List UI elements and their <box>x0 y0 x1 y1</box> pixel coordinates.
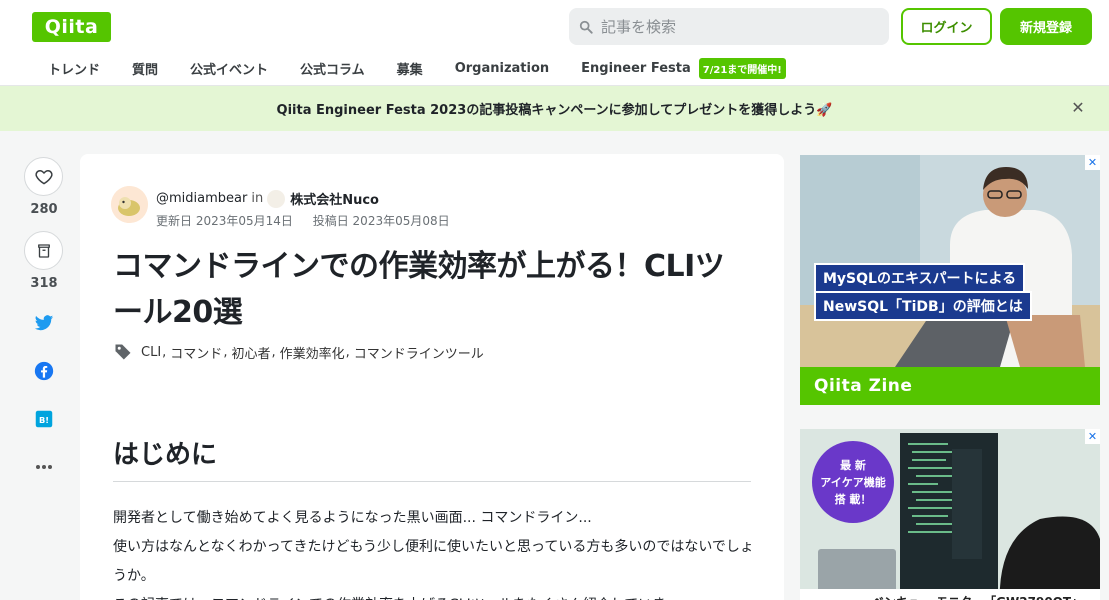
organization-name[interactable]: 株式会社Nuco <box>290 189 379 208</box>
close-icon[interactable]: ✕ <box>1069 99 1087 117</box>
nav-recruit[interactable]: 募集 <box>381 59 439 78</box>
campaign-banner[interactable]: Qiita Engineer Festa 2023の記事投稿キャンペーンに参加し… <box>0 86 1109 131</box>
campaign-text[interactable]: Qiita Engineer Festa 2023の記事投稿キャンペーンに参加し… <box>277 99 833 118</box>
ad-feature-badge: 最 新 アイケア機能 搭 載！ <box>812 441 894 523</box>
badge-line: アイケア機能 <box>820 475 886 489</box>
tag-item[interactable]: 作業効率化 <box>280 343 345 362</box>
search-box[interactable] <box>569 8 889 45</box>
author-avatar[interactable] <box>111 186 148 223</box>
qiita-logo[interactable]: Qiita <box>32 12 111 42</box>
author-line: @midiambear in 株式会社Nuco <box>156 189 379 208</box>
updated-date: 更新日 2023年05月14日 <box>156 214 293 228</box>
nav-official-events[interactable]: 公式イベント <box>174 59 284 78</box>
search-input[interactable] <box>601 17 861 36</box>
like-button[interactable] <box>24 157 63 196</box>
ad-headline: MySQLのエキスパートによる NewSQL「TiDB」の評価とは <box>814 263 1032 321</box>
ad-headline-line: MySQLのエキスパートによる <box>814 263 1026 293</box>
search-icon <box>579 20 593 34</box>
main-nav: トレンド 質問 公式イベント 公式コラム 募集 Organization Eng… <box>32 54 786 82</box>
login-button[interactable]: ログイン <box>901 8 992 45</box>
ad-caption: ベンキュー モニター「GW2790QT」 <box>800 589 1100 600</box>
ad-headline-line: NewSQL「TiDB」の評価とは <box>814 291 1032 321</box>
nav-organization[interactable]: Organization <box>439 61 565 76</box>
author-name[interactable]: @midiambear <box>156 191 247 206</box>
nav-engineer-festa[interactable]: Engineer Festa <box>565 61 707 76</box>
body-line: この記事では、コマンドラインでの作業効率を上げるCLIツールをたくさん紹介してい… <box>113 591 763 600</box>
action-rail: 280 318 B! <box>24 157 64 479</box>
article-body: 開発者として働き始めてよく見るようになった黒い画面... コマンドライン... … <box>113 504 763 600</box>
article-card: @midiambear in 株式会社Nuco 更新日 2023年05月14日 … <box>80 154 784 600</box>
in-label: in <box>251 191 264 206</box>
facebook-icon[interactable] <box>24 359 64 383</box>
more-icon[interactable] <box>24 455 64 479</box>
site-header: Qiita ログイン 新規登録 トレンド 質問 公式イベント 公式コラム 募集 … <box>0 0 1109 86</box>
like-count: 280 <box>30 202 58 217</box>
section-heading: はじめに <box>113 434 751 482</box>
nav-questions[interactable]: 質問 <box>116 59 174 78</box>
body-line: 開発者として働き始めてよく見るようになった黒い画面... コマンドライン... <box>113 510 592 526</box>
stock-button[interactable] <box>24 231 63 270</box>
tag-item[interactable]: 初心者 <box>231 343 270 362</box>
tag-item[interactable]: コマンド <box>170 343 222 362</box>
article-title: コマンドラインでの作業効率が上がる！CLIツール20選 <box>113 249 725 330</box>
signup-button[interactable]: 新規登録 <box>1000 8 1092 45</box>
nav-official-columns[interactable]: 公式コラム <box>284 59 381 78</box>
qiita-zine-label: Qiita Zine <box>800 367 1100 405</box>
tag-icon <box>115 344 131 360</box>
badge-line: 搭 載！ <box>834 492 872 506</box>
tag-list: CLI, コマンド, 初心者, 作業効率化, コマンドラインツール <box>113 342 484 362</box>
stock-icon <box>37 243 50 258</box>
posted-date: 投稿日 2023年05月08日 <box>312 214 450 228</box>
festa-badge: 7/21まで開催中! <box>698 57 786 79</box>
badge-line: 最 新 <box>840 458 866 472</box>
tag-item[interactable]: CLI <box>141 345 161 360</box>
ad-close-icon[interactable]: ✕ <box>1085 155 1100 170</box>
svg-text:B!: B! <box>39 415 49 425</box>
nav-trend[interactable]: トレンド <box>32 59 116 78</box>
twitter-icon[interactable] <box>24 311 64 335</box>
organization-icon[interactable] <box>267 189 286 208</box>
article-dates: 更新日 2023年05月14日 投稿日 2023年05月08日 <box>156 212 466 229</box>
sidebar-ad-tidb[interactable]: MySQLのエキスパートによる NewSQL「TiDB」の評価とは Qiita … <box>800 155 1100 405</box>
sidebar-ad-monitor[interactable]: 最 新 アイケア機能 搭 載！ ベンキュー モニター「GW2790QT」 ✕ <box>800 429 1100 600</box>
body-line: 使い方はなんとなくわかってきたけどもう少し便利に使いたいと思っている方も多いので… <box>113 539 754 584</box>
hatena-bookmark-icon[interactable]: B! <box>24 407 64 431</box>
heart-icon <box>34 169 53 184</box>
tag-item[interactable]: コマンドラインツール <box>354 343 484 362</box>
ad-close-icon[interactable]: ✕ <box>1085 429 1100 444</box>
ad-photo <box>800 155 1100 367</box>
stock-count: 318 <box>30 276 58 291</box>
